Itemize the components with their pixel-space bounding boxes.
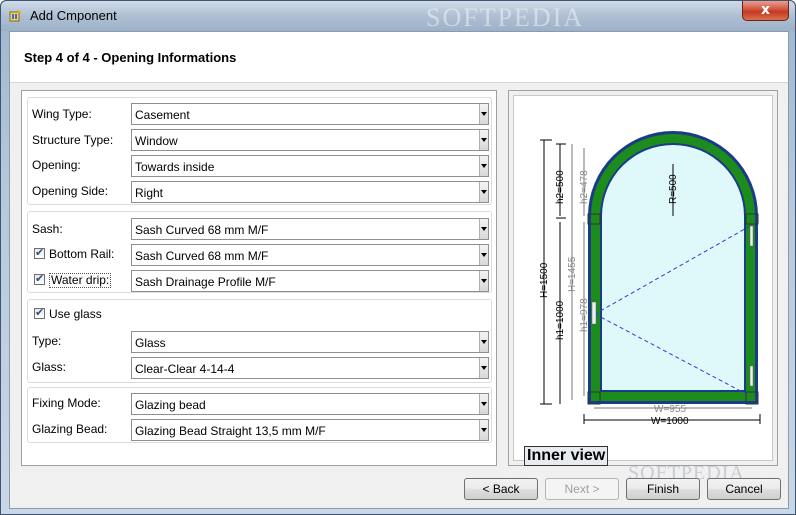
fixing-mode-value: Glazing bead [135,398,206,412]
next-button[interactable]: Next > [545,478,619,500]
structure-type-label: Structure Type: [32,133,114,147]
opening-value: Towards inside [135,160,215,174]
opening-side-label: Opening Side: [32,184,109,198]
opening-label: Opening: [32,158,81,172]
radius-label: R=500 [668,174,679,204]
window-title: Add Cmponent [30,8,117,23]
glazing-bead-label: Glazing Bead: [32,422,108,436]
dialog-window: Add Cmponent SOFTPEDIA x Step 4 of 4 - O… [0,0,796,515]
dim-label-H-inner: H=1455 [567,256,578,292]
structure-type-value: Window [135,134,178,148]
checkmark-icon: ✔ [35,306,45,319]
step-title: Step 4 of 4 - Opening Informations [24,50,237,65]
chevron-down-icon[interactable] [479,332,488,352]
sash-value: Sash Curved 68 mm M/F [135,223,269,237]
dim-label-h2: h2=500 [555,170,566,204]
hinge-icon [749,225,754,247]
hinge-icon [749,365,754,387]
opening-select[interactable]: Towards inside [131,155,489,177]
use-glass-checkbox[interactable]: ✔ [34,306,45,319]
chevron-down-icon[interactable] [479,219,488,239]
structure-type-select[interactable]: Window [131,129,489,151]
dim-label-W-inner: W=955 [654,404,686,415]
wing-type-value: Casement [135,108,190,122]
glazing-bead-select[interactable]: Glazing Bead Straight 13,5 mm M/F [131,419,489,441]
app-icon [9,9,22,22]
dim-label-H: H=1500 [539,262,550,298]
glass-label: Glass: [32,360,67,374]
watermark: SOFTPEDIA [426,3,585,32]
chevron-down-icon[interactable] [479,156,488,176]
use-glass-label[interactable]: Use glass [49,307,102,321]
bottom-rail-value: Sash Curved 68 mm M/F [135,249,269,263]
checkmark-icon: ✔ [35,272,45,285]
sash-label: Sash: [32,222,63,236]
close-button[interactable]: x [742,1,789,21]
glazing-bead-value: Glazing Bead Straight 13,5 mm M/F [135,424,326,438]
dialog-client: Step 4 of 4 - Opening Informations Wing … [9,31,789,509]
chevron-down-icon[interactable] [479,104,488,124]
water-drip-value: Sash Drainage Profile M/F [135,275,276,289]
preview-panel: R=500 H=1500 h2=500 h1=1000 H=1455 h2=47… [508,90,778,466]
inner-view-label: Inner view [524,446,609,466]
dim-label-h1-inner: h1=978 [579,298,590,332]
glass-type-value: Glass [135,336,166,350]
chevron-down-icon[interactable] [479,420,488,440]
glass-select[interactable]: Clear-Clear 4-14-4 [131,357,489,379]
water-drip-label[interactable]: Water drip: [49,273,112,288]
wing-group: Wing Type: Casement Structure Type: Wind… [27,97,492,205]
glass-value: Clear-Clear 4-14-4 [135,362,235,376]
step-header: Step 4 of 4 - Opening Informations [10,32,788,83]
wing-type-select[interactable]: Casement [131,103,489,125]
window-drawing-svg: R=500 H=1500 h2=500 h1=1000 H=1455 h2=47… [539,131,761,427]
handle-icon [591,301,597,325]
bottom-rail-select[interactable]: Sash Curved 68 mm M/F [131,244,489,266]
fixing-group: Fixing Mode: Glazing bead Glazing Bead: … [27,387,492,443]
chevron-down-icon[interactable] [479,271,488,291]
checkmark-icon: ✔ [35,246,45,259]
chevron-down-icon[interactable] [479,358,488,378]
opening-side-select[interactable]: Right [131,181,489,203]
glass-group: ✔ Use glass Type: Glass Glass: Clear-Cle… [27,299,492,383]
back-button[interactable]: < Back [464,478,538,500]
title-bar[interactable]: Add Cmponent SOFTPEDIA x [1,1,795,32]
chevron-down-icon[interactable] [479,182,488,202]
window-drawing: R=500 H=1500 h2=500 h1=1000 H=1455 h2=47… [513,95,773,466]
close-icon: x [760,2,771,18]
chevron-down-icon[interactable] [479,394,488,414]
bottom-rail-label[interactable]: Bottom Rail: [49,247,114,261]
bottom-rail-checkbox[interactable]: ✔ [34,246,45,259]
sash-group: Sash: Sash Curved 68 mm M/F ✔ Bottom Rai… [27,211,492,293]
options-panel: Wing Type: Casement Structure Type: Wind… [21,90,497,466]
dim-label-h2-inner: h2=478 [579,170,590,204]
wing-type-label: Wing Type: [32,107,92,121]
water-drip-select[interactable]: Sash Drainage Profile M/F [131,270,489,292]
dim-label-h1: h1=1000 [555,300,566,340]
dim-label-W: W=1000 [651,416,689,427]
sash-select[interactable]: Sash Curved 68 mm M/F [131,218,489,240]
glass-type-select[interactable]: Glass [131,331,489,353]
opening-side-value: Right [135,186,164,200]
glass-type-label: Type: [32,334,62,348]
chevron-down-icon[interactable] [479,245,488,265]
cancel-button[interactable]: Cancel [707,478,781,500]
water-drip-checkbox[interactable]: ✔ [34,272,45,285]
fixing-mode-label: Fixing Mode: [32,396,101,410]
finish-button[interactable]: Finish [626,478,700,500]
chevron-down-icon[interactable] [479,130,488,150]
fixing-mode-select[interactable]: Glazing bead [131,393,489,415]
